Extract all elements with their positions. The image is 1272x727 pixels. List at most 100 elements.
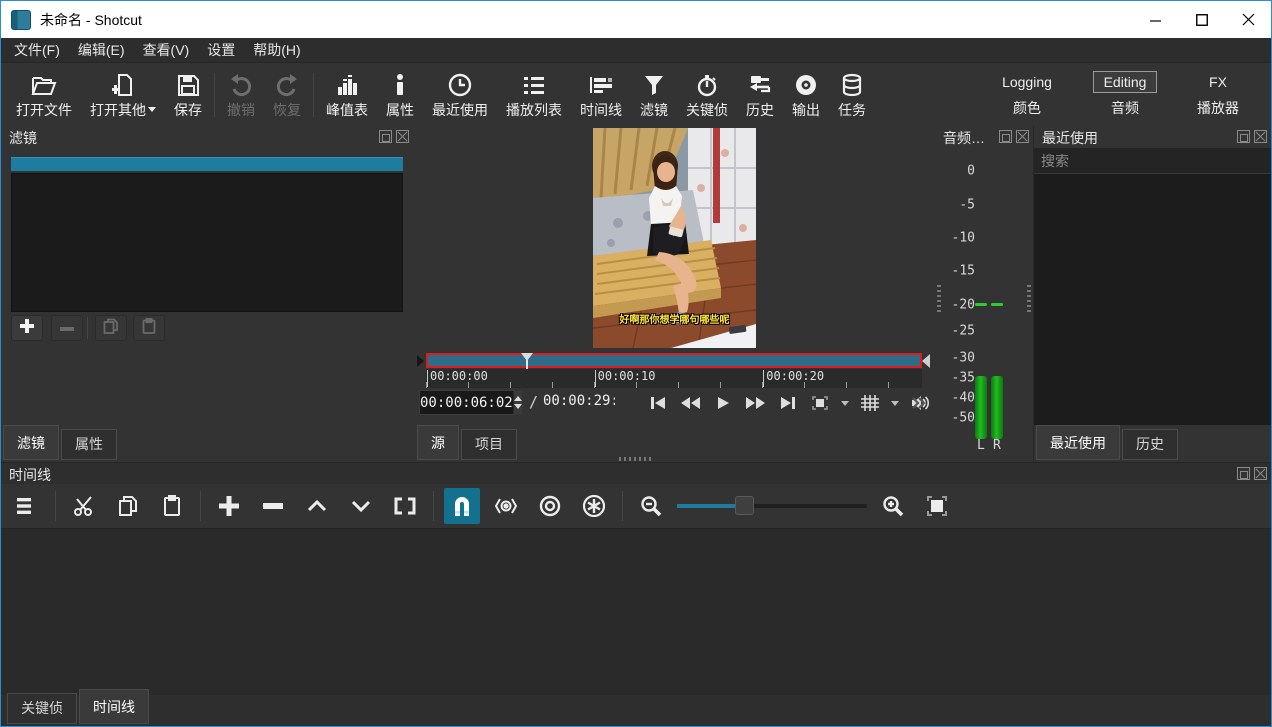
paste-button[interactable] [154, 488, 190, 524]
tab-properties[interactable]: 属性 [61, 429, 117, 460]
trim-in-marker[interactable] [417, 355, 424, 367]
open-other-icon [111, 73, 135, 97]
grid-button[interactable] [858, 392, 882, 414]
undo-icon [229, 73, 253, 97]
tab-timeline[interactable]: 时间线 [79, 689, 149, 724]
menu-help[interactable]: 帮助(H) [244, 38, 309, 62]
append-button[interactable] [211, 488, 247, 524]
copy-button[interactable] [110, 488, 146, 524]
timeline-zoom-slider[interactable] [677, 488, 867, 524]
close-panel-icon[interactable] [1254, 130, 1267, 143]
float-panel-icon[interactable] [1237, 467, 1250, 480]
scrub-while-dragging-button[interactable] [488, 488, 524, 524]
time-spinner[interactable] [513, 391, 522, 414]
timeline-menu-button[interactable] [9, 488, 45, 524]
zoom-fit-player-button[interactable] [808, 392, 832, 414]
menu-edit[interactable]: 编辑(E) [69, 38, 134, 62]
copy-filters-button[interactable] [95, 315, 127, 341]
fast-forward-button[interactable] [742, 393, 768, 413]
vertical-splitter-handle[interactable] [1027, 285, 1031, 313]
close-panel-icon[interactable] [1016, 130, 1029, 143]
tab-history[interactable]: 历史 [1122, 429, 1178, 460]
menu-view[interactable]: 查看(V) [134, 38, 199, 62]
filter-list[interactable] [11, 173, 403, 312]
maximize-button[interactable] [1179, 1, 1225, 38]
zoom-dropdown-icon[interactable] [841, 401, 849, 406]
recent-button[interactable]: 最近使用 [423, 66, 497, 124]
vertical-splitter-handle[interactable] [937, 285, 941, 313]
cut-button[interactable] [66, 488, 102, 524]
properties-button[interactable]: 属性 [377, 66, 423, 124]
remove-filter-button[interactable] [51, 315, 83, 341]
zoom-in-button[interactable] [875, 488, 911, 524]
window-title: 未命名 - Shotcut [40, 10, 142, 30]
save-button[interactable]: 保存 [165, 66, 211, 124]
layout-editing-button[interactable]: Editing [1093, 71, 1158, 93]
tab-keyframes[interactable]: 关键侦 [7, 693, 77, 724]
playlist-button[interactable]: 播放列表 [497, 66, 571, 124]
tab-recent[interactable]: 最近使用 [1036, 425, 1120, 460]
output-button[interactable]: 输出 [783, 66, 829, 124]
scrubber-bar[interactable] [426, 353, 922, 368]
jobs-button[interactable]: 任务 [829, 66, 875, 124]
paste-filters-button[interactable] [133, 315, 165, 341]
add-filter-button[interactable] [11, 315, 43, 341]
tab-source[interactable]: 源 [417, 425, 459, 460]
ripple-delete-button[interactable] [255, 488, 291, 524]
slider-handle[interactable] [735, 496, 754, 515]
minimize-button[interactable] [1133, 1, 1179, 38]
menu-settings[interactable]: 设置 [198, 38, 244, 62]
search-input[interactable] [1034, 148, 1271, 173]
peak-meter-button[interactable]: 峰值表 [317, 66, 377, 124]
recent-list[interactable] [1034, 174, 1271, 425]
layout-fx-button[interactable]: FX [1199, 72, 1237, 92]
filters-button[interactable]: 滤镜 [631, 66, 677, 124]
timeline-tracks-area[interactable] [1, 528, 1271, 695]
skip-to-end-button[interactable] [777, 393, 799, 413]
snap-toggle-button[interactable] [444, 488, 480, 524]
timeline-button[interactable]: 时间线 [571, 66, 631, 124]
skip-to-start-button[interactable] [647, 393, 669, 413]
rewind-button[interactable] [678, 393, 704, 413]
ripple-toggle-button[interactable] [532, 488, 568, 524]
layout-logging-button[interactable]: Logging [992, 72, 1062, 92]
undo-button[interactable]: 撤销 [218, 66, 264, 124]
close-button[interactable] [1225, 1, 1271, 38]
overwrite-button[interactable] [343, 488, 379, 524]
filter-selected-row[interactable] [11, 157, 403, 171]
menu-file[interactable]: 文件(F) [5, 38, 69, 62]
trim-out-marker[interactable] [922, 354, 930, 368]
current-time-value: 00:00:06:02 [420, 395, 513, 411]
close-panel-icon[interactable] [396, 130, 409, 143]
grid-dropdown-icon[interactable] [891, 401, 899, 406]
toolbar-overflow-icon[interactable] [911, 396, 927, 414]
ruler-label-20: 00:00:20 [766, 369, 824, 383]
float-panel-icon[interactable] [1237, 130, 1250, 143]
filters-panel: 滤镜 滤镜 属性 [1, 126, 413, 462]
zoom-fit-button[interactable] [919, 488, 955, 524]
tab-project[interactable]: 项目 [461, 429, 517, 460]
float-panel-icon[interactable] [999, 130, 1012, 143]
open-file-button[interactable]: 打开文件 [7, 66, 81, 124]
tab-filters[interactable]: 滤镜 [3, 425, 59, 460]
lift-button[interactable] [299, 488, 335, 524]
horizontal-splitter-handle[interactable] [619, 457, 653, 461]
jobs-icon [840, 73, 864, 97]
play-button[interactable] [713, 393, 733, 413]
current-time-field[interactable]: 00:00:06:02 [419, 390, 515, 415]
open-other-button[interactable]: 打开其他 [81, 66, 165, 124]
chevron-down-icon [148, 107, 156, 112]
close-panel-icon[interactable] [1254, 467, 1267, 480]
layout-audio-button[interactable]: 音频 [1101, 96, 1149, 120]
ripple-all-tracks-button[interactable] [576, 488, 612, 524]
time-ruler[interactable]: 00:00:00 00:00:10 00:00:20 [426, 369, 922, 388]
layout-color-button[interactable]: 颜色 [1003, 96, 1051, 120]
layout-player-button[interactable]: 播放器 [1187, 96, 1249, 120]
float-panel-icon[interactable] [379, 130, 392, 143]
timeline-panel: 时间线 [1, 462, 1271, 695]
keyframes-button[interactable]: 关键侦 [677, 66, 737, 124]
split-button[interactable] [387, 488, 423, 524]
redo-button[interactable]: 恢复 [264, 66, 310, 124]
history-button[interactable]: 历史 [737, 66, 783, 124]
zoom-out-button[interactable] [633, 488, 669, 524]
